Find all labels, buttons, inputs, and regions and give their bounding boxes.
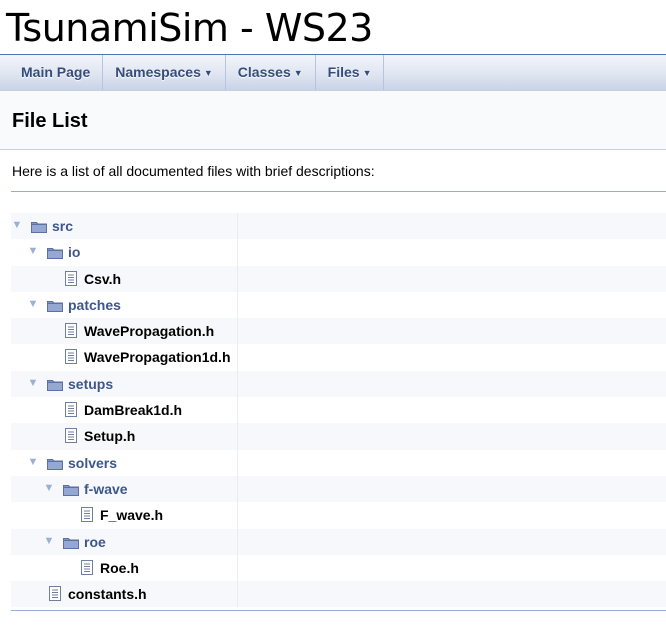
tree-folder-row: ▼ patches <box>11 291 666 319</box>
description-column <box>237 528 238 555</box>
folder-link[interactable]: src <box>52 218 73 234</box>
folder-icon <box>31 220 47 233</box>
file-link[interactable]: WavePropagation1d.h <box>84 349 231 365</box>
description-column <box>237 554 238 582</box>
title-area: TsunamiSim - WS23 <box>0 0 666 55</box>
description-column <box>237 344 238 371</box>
file-icon <box>65 349 77 365</box>
nav-label: Classes <box>237 64 291 80</box>
folder-link[interactable]: roe <box>84 534 106 550</box>
tree-file-row: WavePropagation.h <box>11 318 666 345</box>
description-column <box>237 318 238 345</box>
description-column <box>237 449 238 476</box>
description-column <box>237 475 238 503</box>
folder-icon <box>47 457 63 470</box>
nav-classes[interactable]: Classes ▼ <box>226 55 316 90</box>
folder-icon <box>47 378 63 391</box>
tree-file-row: constants.h <box>11 581 666 608</box>
tree-folder-row: ▼ solvers <box>11 449 666 476</box>
folder-link[interactable]: io <box>68 244 80 260</box>
folder-link[interactable]: solvers <box>68 455 117 471</box>
file-tree: ▼ src ▼ io Csv.h ▼ patches WavePropagation.h Wav… <box>11 213 666 608</box>
tree-folder-row: ▼ roe <box>11 528 666 555</box>
expand-arrow-icon[interactable]: ▼ <box>27 456 39 468</box>
file-icon <box>49 586 61 602</box>
expand-arrow-icon[interactable]: ▼ <box>27 298 39 310</box>
tree-file-row: Setup.h <box>11 423 666 450</box>
file-link[interactable]: DamBreak1d.h <box>84 402 182 418</box>
intro-text: Here is a list of all documented files w… <box>12 163 375 179</box>
tree-folder-row: ▼ src <box>11 213 666 240</box>
file-icon <box>81 507 93 523</box>
expand-arrow-icon[interactable]: ▼ <box>27 377 39 389</box>
caret-down-icon: ▼ <box>362 68 372 78</box>
file-icon <box>65 402 77 418</box>
description-column <box>237 239 238 266</box>
folder-link[interactable]: setups <box>68 376 113 392</box>
expand-arrow-icon[interactable]: ▼ <box>43 535 55 547</box>
nav-label: Files <box>327 64 360 80</box>
caret-down-icon: ▼ <box>203 68 213 78</box>
description-column <box>237 291 238 319</box>
tree-file-row: WavePropagation1d.h <box>11 344 666 371</box>
expand-arrow-icon[interactable]: ▼ <box>11 219 23 231</box>
description-column <box>237 265 238 292</box>
description-column <box>237 397 238 424</box>
tree-file-row: DamBreak1d.h <box>11 397 666 424</box>
file-icon <box>65 428 77 444</box>
nav-label: Main Page <box>21 64 91 80</box>
description-column <box>237 423 238 450</box>
page-header: File List <box>0 91 666 150</box>
expand-arrow-icon[interactable]: ▼ <box>43 482 55 494</box>
project-name: TsunamiSim - WS23 <box>6 6 373 50</box>
description-column <box>237 502 238 529</box>
folder-icon <box>63 483 79 496</box>
file-icon <box>65 270 77 286</box>
file-link[interactable]: Csv.h <box>84 271 121 287</box>
description-column <box>237 581 238 608</box>
folder-icon <box>47 299 63 312</box>
description-column <box>237 213 238 240</box>
folder-link[interactable]: patches <box>68 297 121 313</box>
nav-files[interactable]: Files ▼ <box>316 55 385 90</box>
file-link[interactable]: WavePropagation.h <box>84 323 214 339</box>
caret-down-icon: ▼ <box>293 68 303 78</box>
file-link[interactable]: F_wave.h <box>100 507 163 523</box>
folder-icon <box>63 536 79 549</box>
tree-file-row: Roe.h <box>11 554 666 582</box>
file-link[interactable]: constants.h <box>68 586 147 602</box>
file-icon <box>65 323 77 339</box>
tree-file-row: Csv.h <box>11 265 666 292</box>
folder-icon <box>47 246 63 260</box>
divider <box>11 610 666 611</box>
tree-folder-row: ▼ f-wave <box>11 475 666 503</box>
folder-link[interactable]: f-wave <box>84 481 128 497</box>
page-title: File List <box>12 110 88 132</box>
tree-folder-row: ▼ io <box>11 239 666 266</box>
main-nav: Main Page Namespaces ▼ Classes ▼ Files ▼ <box>0 55 666 91</box>
nav-main-page[interactable]: Main Page <box>0 55 104 90</box>
tree-folder-row: ▼ setups <box>11 370 666 398</box>
file-icon <box>81 559 93 575</box>
description-column <box>237 370 238 398</box>
tree-file-row: F_wave.h <box>11 502 666 529</box>
nav-label: Namespaces <box>115 64 201 80</box>
nav-namespaces[interactable]: Namespaces ▼ <box>103 55 226 90</box>
file-link[interactable]: Roe.h <box>100 560 139 576</box>
expand-arrow-icon[interactable]: ▼ <box>27 245 39 257</box>
divider <box>11 191 666 192</box>
file-link[interactable]: Setup.h <box>84 428 135 444</box>
